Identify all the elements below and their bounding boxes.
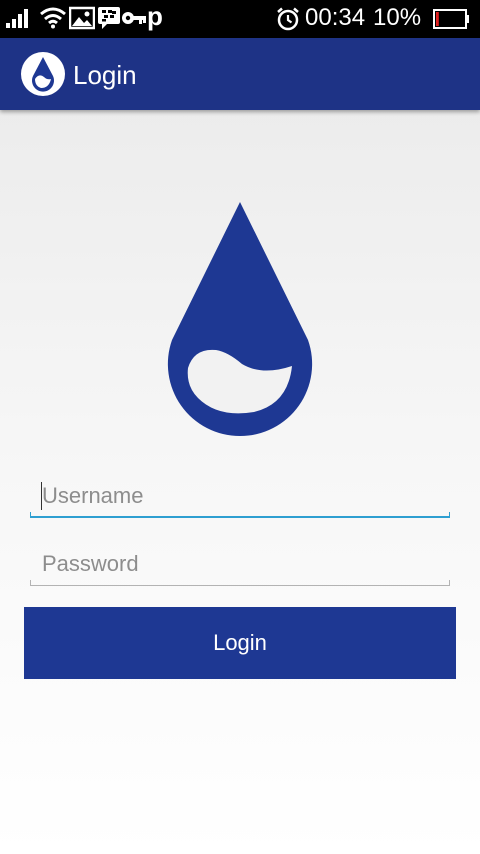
p-icon: p — [147, 1, 163, 31]
app-logo — [21, 52, 65, 96]
water-drop-icon — [32, 57, 54, 92]
app-bar: Login — [0, 38, 480, 110]
username-input[interactable] — [30, 478, 450, 514]
water-drop-logo — [167, 202, 313, 437]
alarm-icon — [277, 7, 299, 31]
password-underline — [30, 580, 450, 586]
text-cursor — [41, 482, 42, 510]
status-bar: p 00:34 10% — [0, 0, 480, 38]
clock-time: 00:34 — [305, 4, 366, 31]
key-icon — [122, 12, 146, 24]
bbm-icon — [98, 7, 120, 29]
username-field[interactable] — [30, 478, 450, 518]
login-button[interactable]: Login — [24, 607, 456, 679]
username-underline — [30, 512, 450, 518]
battery-percent: 10% — [373, 4, 422, 31]
wifi-icon — [40, 7, 66, 29]
password-input[interactable] — [30, 546, 450, 582]
app-title: Login — [73, 60, 137, 90]
signal-icon — [6, 9, 28, 28]
password-field[interactable] — [30, 546, 450, 586]
image-icon — [69, 6, 95, 30]
battery-icon — [433, 9, 469, 29]
